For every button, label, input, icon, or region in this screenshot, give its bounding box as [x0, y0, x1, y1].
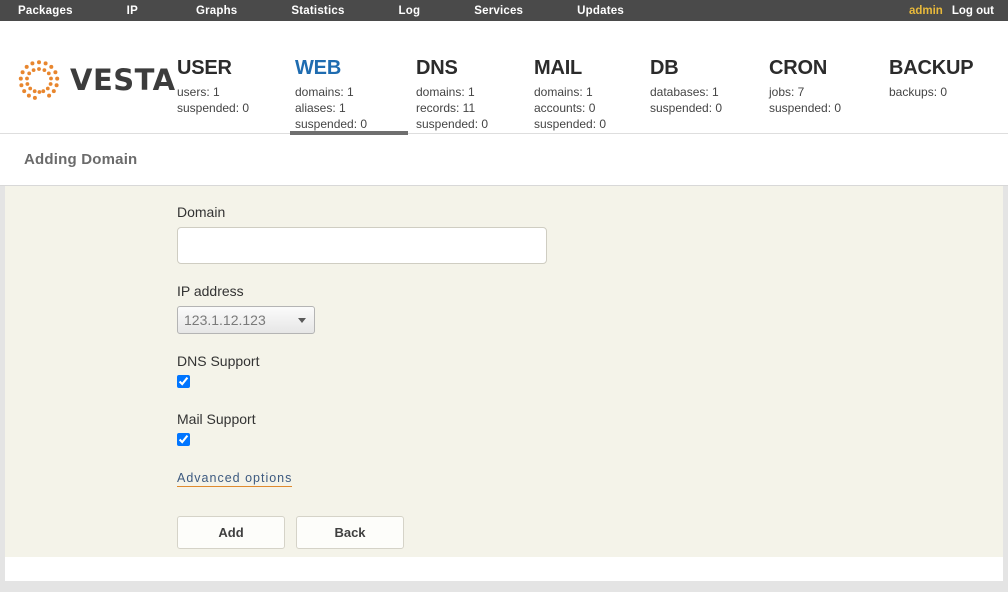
stat-line: jobs: 7	[769, 84, 841, 100]
stat-line: users: 1	[177, 84, 249, 100]
stat-line: backups: 0	[889, 84, 973, 100]
dns-support-checkbox[interactable]	[177, 375, 190, 388]
nav-log[interactable]: Log	[399, 5, 421, 17]
vesta-logo[interactable]: VESTA	[16, 57, 176, 103]
stat-lines-user: users: 1 suspended: 0	[177, 84, 249, 116]
ip-address-select[interactable]: 123.1.12.123	[177, 306, 315, 334]
vesta-logo-text: VESTA	[70, 63, 176, 97]
form-buttons: Add Back	[177, 516, 547, 549]
stat-line: accounts: 0	[534, 100, 606, 116]
stat-line: aliases: 1	[295, 100, 367, 116]
page-footer	[0, 557, 1008, 581]
dns-support-label: DNS Support	[177, 353, 547, 369]
stat-line: domains: 1	[416, 84, 488, 100]
mail-support-checkbox[interactable]	[177, 433, 190, 446]
back-button[interactable]: Back	[296, 516, 404, 549]
stat-line: domains: 1	[534, 84, 606, 100]
page-title: Adding Domain	[24, 151, 137, 168]
nav-services[interactable]: Services	[474, 5, 523, 17]
stat-column-db[interactable]: DB databases: 1 suspended: 0	[650, 57, 722, 116]
form-body: Domain IP address 123.1.12.123 DNS Suppo…	[0, 186, 1008, 557]
stat-lines-web: domains: 1 aliases: 1 suspended: 0	[295, 84, 367, 132]
stat-column-user[interactable]: USER users: 1 suspended: 0	[177, 57, 249, 116]
nav-ip[interactable]: IP	[127, 5, 138, 17]
user-session-area: admin Log out	[909, 0, 994, 21]
stat-title-web: WEB	[295, 57, 367, 79]
top-navigation-bar: Packages IP Graphs Statistics Log Servic…	[0, 0, 1008, 21]
stat-line: suspended: 0	[177, 100, 249, 116]
nav-packages[interactable]: Packages	[18, 5, 73, 17]
nav-updates[interactable]: Updates	[577, 5, 624, 17]
dns-support-group: DNS Support	[177, 353, 547, 393]
stat-title-cron: CRON	[769, 57, 841, 79]
stat-line: domains: 1	[295, 84, 367, 100]
stats-columns: USER users: 1 suspended: 0 WEB domains: …	[177, 21, 1008, 134]
ip-address-label: IP address	[177, 283, 547, 299]
stat-column-mail[interactable]: MAIL domains: 1 accounts: 0 suspended: 0	[534, 57, 606, 132]
domain-label: Domain	[177, 204, 547, 220]
ip-address-field-group: IP address 123.1.12.123	[177, 283, 547, 334]
stat-column-dns[interactable]: DNS domains: 1 records: 11 suspended: 0	[416, 57, 488, 132]
stat-lines-cron: jobs: 7 suspended: 0	[769, 84, 841, 116]
stat-lines-backup: backups: 0	[889, 84, 973, 100]
stat-line: suspended: 0	[650, 100, 722, 116]
logout-link[interactable]: Log out	[952, 5, 994, 17]
add-button[interactable]: Add	[177, 516, 285, 549]
stat-lines-dns: domains: 1 records: 11 suspended: 0	[416, 84, 488, 132]
stat-title-mail: MAIL	[534, 57, 606, 79]
stat-title-user: USER	[177, 57, 249, 79]
advanced-options-link[interactable]: Advanced options	[177, 471, 292, 487]
stat-line: suspended: 0	[295, 116, 367, 132]
stat-line: records: 11	[416, 100, 488, 116]
stats-header: VESTA USER users: 1 suspended: 0 WEB dom…	[0, 21, 1008, 134]
nav-statistics[interactable]: Statistics	[291, 5, 344, 17]
stat-lines-db: databases: 1 suspended: 0	[650, 84, 722, 116]
top-menu: Packages IP Graphs Statistics Log Servic…	[18, 5, 678, 17]
stat-line: suspended: 0	[534, 116, 606, 132]
stat-title-db: DB	[650, 57, 722, 79]
add-domain-form: Domain IP address 123.1.12.123 DNS Suppo…	[177, 204, 547, 549]
domain-input[interactable]	[177, 227, 547, 264]
stat-title-dns: DNS	[416, 57, 488, 79]
stat-lines-mail: domains: 1 accounts: 0 suspended: 0	[534, 84, 606, 132]
stat-line: databases: 1	[650, 84, 722, 100]
page-title-bar: Adding Domain	[0, 134, 1008, 186]
ip-address-select-wrap: 123.1.12.123	[177, 306, 315, 334]
stat-title-backup: BACKUP	[889, 57, 973, 79]
current-user-label[interactable]: admin	[909, 5, 943, 17]
stat-line: suspended: 0	[416, 116, 488, 132]
mail-support-label: Mail Support	[177, 411, 547, 427]
stat-column-backup[interactable]: BACKUP backups: 0	[889, 57, 973, 100]
vesta-dots-icon	[16, 57, 62, 103]
domain-field-group: Domain	[177, 204, 547, 264]
stat-line: suspended: 0	[769, 100, 841, 116]
stat-column-web[interactable]: WEB domains: 1 aliases: 1 suspended: 0	[295, 57, 367, 132]
nav-graphs[interactable]: Graphs	[196, 5, 237, 17]
active-tab-indicator	[290, 131, 408, 135]
stat-column-cron[interactable]: CRON jobs: 7 suspended: 0	[769, 57, 841, 116]
mail-support-group: Mail Support	[177, 411, 547, 451]
